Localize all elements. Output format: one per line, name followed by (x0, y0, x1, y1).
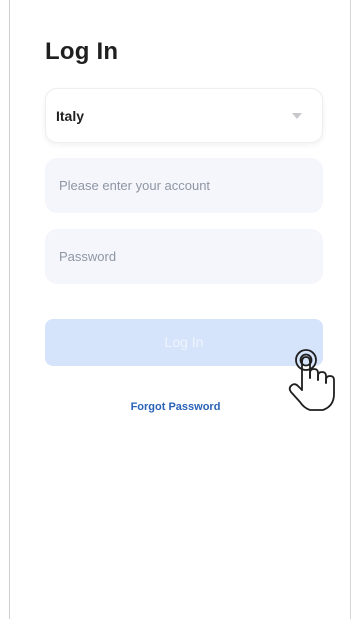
country-select[interactable]: Italy (45, 88, 323, 143)
login-button[interactable]: Log In (45, 319, 323, 366)
login-screen: Log In Italy Log In Forgot Password (0, 0, 351, 619)
account-input[interactable] (45, 158, 323, 213)
pointer-hand-icon (288, 349, 335, 411)
page-title: Log In (45, 38, 119, 65)
password-input[interactable] (45, 229, 323, 284)
country-select-value: Italy (56, 108, 85, 124)
frame-border-left (9, 0, 10, 619)
chevron-down-icon (292, 113, 302, 119)
